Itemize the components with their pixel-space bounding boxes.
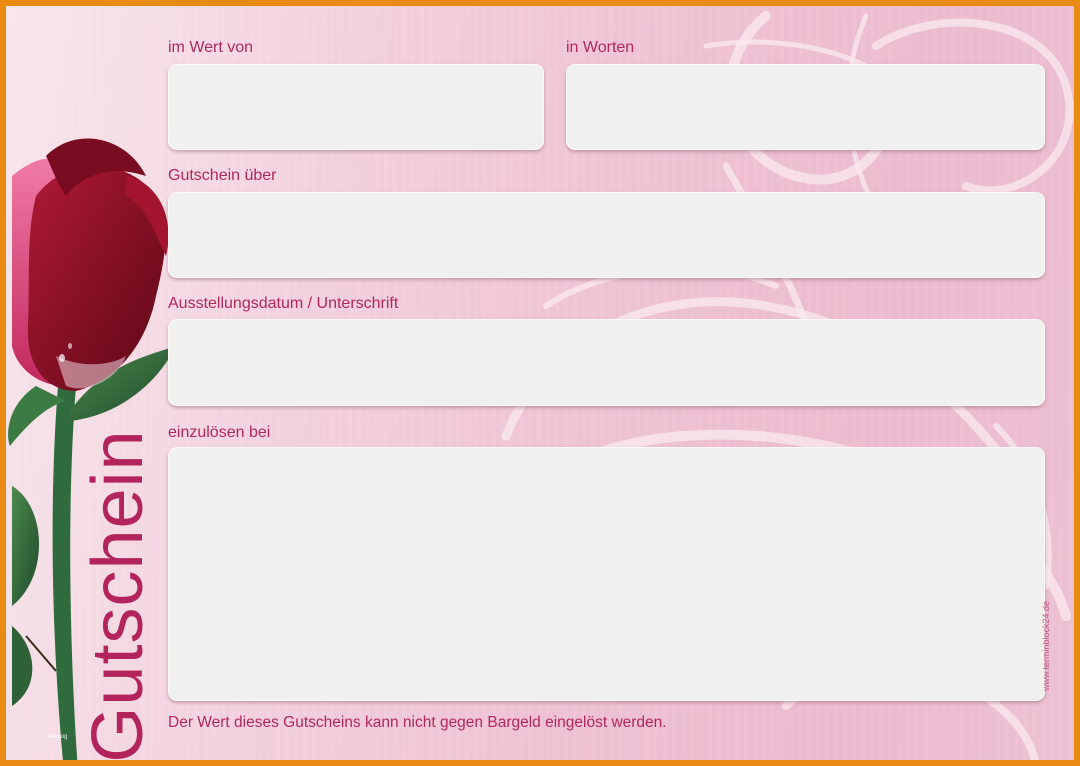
voucher-card: Gutschein im Wert von in Worten Gutschei… bbox=[0, 0, 1080, 766]
watermark-text: katalog bbox=[48, 734, 68, 740]
date-signature-label: Ausstellungsdatum / Unterschrift bbox=[168, 295, 399, 312]
redeem-field[interactable] bbox=[168, 447, 1045, 701]
subject-label: Gutschein über bbox=[168, 167, 277, 184]
value-field[interactable] bbox=[168, 64, 544, 150]
redeem-label: einzulösen bei bbox=[168, 424, 271, 441]
words-field[interactable] bbox=[566, 64, 1045, 150]
subject-field[interactable] bbox=[168, 192, 1045, 278]
footer-note: Der Wert dieses Gutscheins kann nicht ge… bbox=[168, 714, 667, 731]
words-label: in Worten bbox=[566, 39, 635, 56]
value-label: im Wert von bbox=[168, 39, 254, 56]
date-signature-field[interactable] bbox=[168, 319, 1045, 406]
